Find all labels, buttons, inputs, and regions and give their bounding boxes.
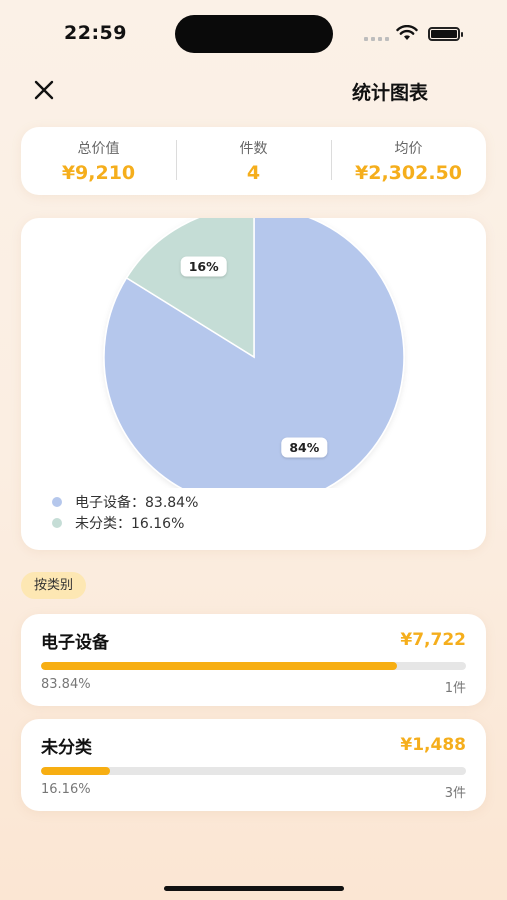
summary-value: ¥9,210 <box>61 162 136 184</box>
page-title: 统计图表 <box>352 82 429 104</box>
legend-item: 未分类：16.16% <box>52 512 198 533</box>
legend-label: 电子设备：83.84% <box>75 494 199 511</box>
nav-bar: 统计图表 <box>0 72 507 108</box>
summary-value: 4 <box>246 162 261 184</box>
summary-label: 均价 <box>394 141 423 157</box>
category-count: 1件 <box>444 681 466 696</box>
section-tag: 按类别 <box>21 572 87 599</box>
legend-dot <box>52 517 62 528</box>
svg-text:16%: 16% <box>189 259 219 274</box>
summary-average: 均价 ¥2,302.50 <box>331 138 486 184</box>
summary-label: 总价值 <box>77 141 120 157</box>
summary-label: 件数 <box>239 141 268 157</box>
status-time: 22:59 <box>64 22 127 44</box>
category-percent: 83.84% <box>41 677 91 692</box>
chart-legend: 电子设备：83.84% 未分类：16.16% <box>52 491 198 533</box>
wifi-icon <box>396 25 418 40</box>
cellular-signal-icon <box>364 37 389 41</box>
close-icon[interactable] <box>30 76 58 104</box>
battery-icon <box>428 27 463 41</box>
category-name: 未分类 <box>41 737 92 758</box>
summary-count: 件数 4 <box>176 138 331 184</box>
progress-track <box>41 767 466 775</box>
svg-text:84%: 84% <box>289 440 319 455</box>
progress-fill <box>41 662 398 670</box>
dynamic-island <box>175 15 333 53</box>
category-count: 3件 <box>444 786 466 801</box>
legend-item: 电子设备：83.84% <box>52 491 198 512</box>
status-bar: 22:59 <box>0 0 507 70</box>
legend-dot <box>52 496 62 507</box>
pie-label-2: 16% <box>180 256 227 277</box>
category-card[interactable]: 未分类 ¥1,488 16.16% 3件 <box>21 719 486 811</box>
summary-card: 总价值 ¥9,210 件数 4 均价 ¥2,302.50 <box>21 127 486 195</box>
legend-label: 未分类：16.16% <box>75 515 185 532</box>
progress-fill <box>41 767 110 775</box>
pie-label-1: 84% <box>281 437 328 458</box>
category-amount: ¥7,722 <box>400 630 466 650</box>
pie-chart: 84% 16% <box>103 218 405 488</box>
category-percent: 16.16% <box>41 782 91 797</box>
pie-chart-card: 84% 16% 电子设备：83.84% 未分类：16.16% <box>21 218 486 550</box>
home-indicator <box>164 886 344 891</box>
category-name: 电子设备 <box>41 632 109 653</box>
category-amount: ¥1,488 <box>400 735 466 755</box>
progress-track <box>41 662 466 670</box>
category-card[interactable]: 电子设备 ¥7,722 83.84% 1件 <box>21 614 486 706</box>
summary-value: ¥2,302.50 <box>355 162 462 184</box>
summary-total-value: 总价值 ¥9,210 <box>21 138 176 184</box>
